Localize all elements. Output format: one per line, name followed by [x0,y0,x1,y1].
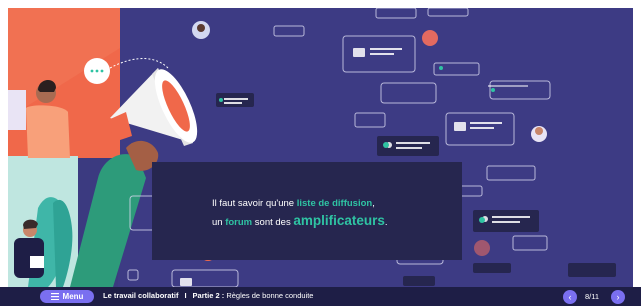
previous-slide-button[interactable]: ‹ [563,290,577,304]
caption-line1-end: , [372,198,375,209]
course-title: Le travail collaboratif [103,291,179,300]
chevron-left-icon: ‹ [568,292,572,302]
caption-line2-middle: sont des [252,217,294,228]
next-slide-button[interactable]: › [611,290,625,304]
slide-caption-text: Il faut savoir qu'une liste de diffusion… [212,195,452,231]
bottom-navigation-bar: Menu Le travail collaboratif I Partie 2 : … [0,287,641,306]
breadcrumb: Le travail collaboratif I Partie 2 : Règle… [103,291,313,300]
breadcrumb-separator: I [184,291,187,300]
caption-line2-end: . [384,217,388,228]
highlight-forum: forum [225,217,253,228]
highlight-liste-de-diffusion: liste de diffusion [296,198,373,209]
caption-line2-start: un [212,217,226,228]
hamburger-icon [50,293,59,300]
menu-label: Menu [62,292,84,301]
page-indicator: 8/11 [585,292,600,301]
highlight-amplificateurs: amplificateurs [293,213,385,228]
slide-caption-box: Il faut savoir qu'une liste de diffusion… [152,162,462,260]
chevron-right-icon: › [616,292,620,302]
menu-button[interactable]: Menu [40,290,94,303]
slide-frame: Il faut savoir qu'une liste de diffusion… [8,8,633,287]
part-label: Partie 2 : [192,291,225,300]
part-title: Règles de bonne conduite [226,291,314,300]
caption-line1-start: Il faut savoir qu'une [212,198,297,209]
